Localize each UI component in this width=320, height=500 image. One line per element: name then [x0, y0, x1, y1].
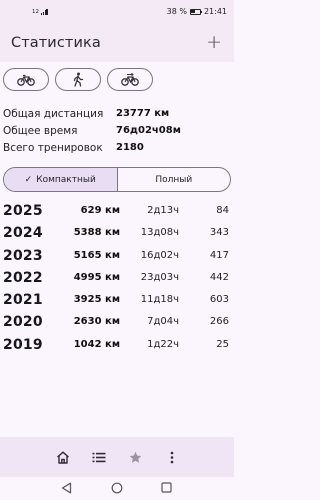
square-recents-icon[interactable] — [161, 482, 172, 493]
year-label: 2024 — [3, 225, 43, 242]
year-label: 2019 — [3, 336, 43, 353]
view-toggle: ✓ Компактный Полный — [3, 167, 231, 192]
year-distance: 4995 км — [73, 271, 120, 283]
app-bar: Статистика + — [0, 26, 234, 62]
plus-icon[interactable]: + — [206, 32, 222, 52]
year-row[interactable]: 2022 4995 км 23д03ч 442 — [3, 267, 231, 289]
year-distance: 3925 км — [73, 294, 120, 306]
bicycle-icon — [17, 74, 35, 86]
clock: 21:41 — [203, 7, 227, 16]
year-distance: 2630 км — [73, 316, 120, 328]
compact-view-label: Компактный — [36, 174, 96, 185]
nav-favorites[interactable] — [120, 437, 150, 477]
total-time-label: Общее время — [3, 125, 78, 137]
year-distance: 1042 км — [73, 338, 120, 350]
total-distance-row: Общая дистанция 23777 км — [3, 106, 231, 123]
nav-list[interactable] — [84, 437, 114, 477]
year-count: 25 — [216, 338, 229, 350]
nav-more[interactable] — [157, 437, 187, 477]
year-list: 2025 629 км 2д13ч 84 2024 5388 км 13д08ч… — [3, 200, 231, 356]
year-label: 2025 — [3, 203, 43, 219]
activity-bike-alt-button[interactable] — [107, 68, 153, 91]
status-bar: 12 38 % 21:41 — [0, 0, 234, 26]
year-label: 2021 — [3, 292, 43, 309]
year-row[interactable]: 2020 2630 км 7д04ч 266 — [3, 311, 231, 333]
year-count: 343 — [209, 227, 229, 239]
year-time: 13д08ч — [140, 227, 179, 239]
year-row[interactable]: 2023 5165 км 16д02ч 417 — [3, 245, 231, 267]
activity-bike-button[interactable] — [3, 68, 49, 91]
year-time: 1д22ч — [147, 338, 179, 350]
total-time-row: Общее время 76д02ч08м — [3, 123, 231, 140]
full-view-option[interactable]: Полный — [118, 168, 231, 191]
signal-icon — [41, 9, 48, 15]
activity-walk-button[interactable] — [55, 68, 101, 91]
total-workouts-value: 2180 — [116, 142, 144, 153]
full-view-label: Полный — [155, 174, 193, 185]
year-count: 417 — [209, 249, 229, 261]
status-right: 38 % 21:41 — [167, 7, 227, 16]
year-time: 7д04ч — [147, 316, 179, 328]
list-icon — [92, 452, 106, 462]
year-count: 266 — [209, 316, 229, 328]
circle-home-icon[interactable] — [111, 482, 123, 494]
year-time: 23д03ч — [140, 271, 179, 283]
summary-stats: Общая дистанция 23777 км Общее время 76д… — [3, 106, 231, 157]
year-count: 603 — [209, 294, 229, 306]
compact-view-option[interactable]: ✓ Компактный — [4, 168, 118, 191]
battery-percent: 38 % — [166, 7, 187, 16]
back-icon[interactable] — [61, 482, 72, 494]
year-label: 2023 — [3, 247, 43, 264]
nav-home[interactable] — [48, 437, 78, 477]
walking-icon — [73, 72, 84, 87]
status-left: 12 — [32, 9, 48, 15]
year-distance: 629 км — [80, 205, 120, 216]
home-icon — [57, 451, 69, 464]
year-distance: 5388 км — [73, 227, 120, 239]
bottom-navigation — [0, 437, 234, 477]
year-row[interactable]: 2024 5388 км 13д08ч 343 — [3, 222, 231, 244]
year-row[interactable]: 2021 3925 км 11д18ч 603 — [3, 289, 231, 311]
year-row[interactable]: 2019 1042 км 1д22ч 25 — [3, 334, 231, 356]
total-workouts-row: Всего тренировок 2180 — [3, 140, 231, 157]
year-count: 442 — [209, 271, 229, 283]
page-title: Статистика — [11, 35, 101, 51]
system-navigation — [0, 477, 234, 500]
year-time: 11д18ч — [140, 294, 179, 306]
total-distance-value: 23777 км — [116, 108, 170, 119]
total-time-value: 76д02ч08м — [116, 125, 181, 136]
total-distance-label: Общая дистанция — [3, 108, 104, 120]
more-vertical-icon — [170, 451, 174, 463]
year-label: 2020 — [3, 314, 43, 331]
year-label: 2022 — [3, 269, 43, 286]
year-count: 84 — [216, 205, 229, 216]
year-row[interactable]: 2025 629 км 2д13ч 84 — [3, 200, 231, 222]
bicycle-alt-icon — [121, 72, 139, 86]
year-time: 16д02ч — [140, 249, 179, 261]
network-indicator: 12 — [32, 9, 39, 15]
star-icon — [129, 451, 141, 463]
battery-icon — [189, 8, 203, 15]
check-icon: ✓ — [24, 174, 33, 185]
year-time: 2д13ч — [147, 205, 179, 216]
total-workouts-label: Всего тренировок — [3, 142, 103, 154]
year-distance: 5165 км — [73, 249, 120, 261]
